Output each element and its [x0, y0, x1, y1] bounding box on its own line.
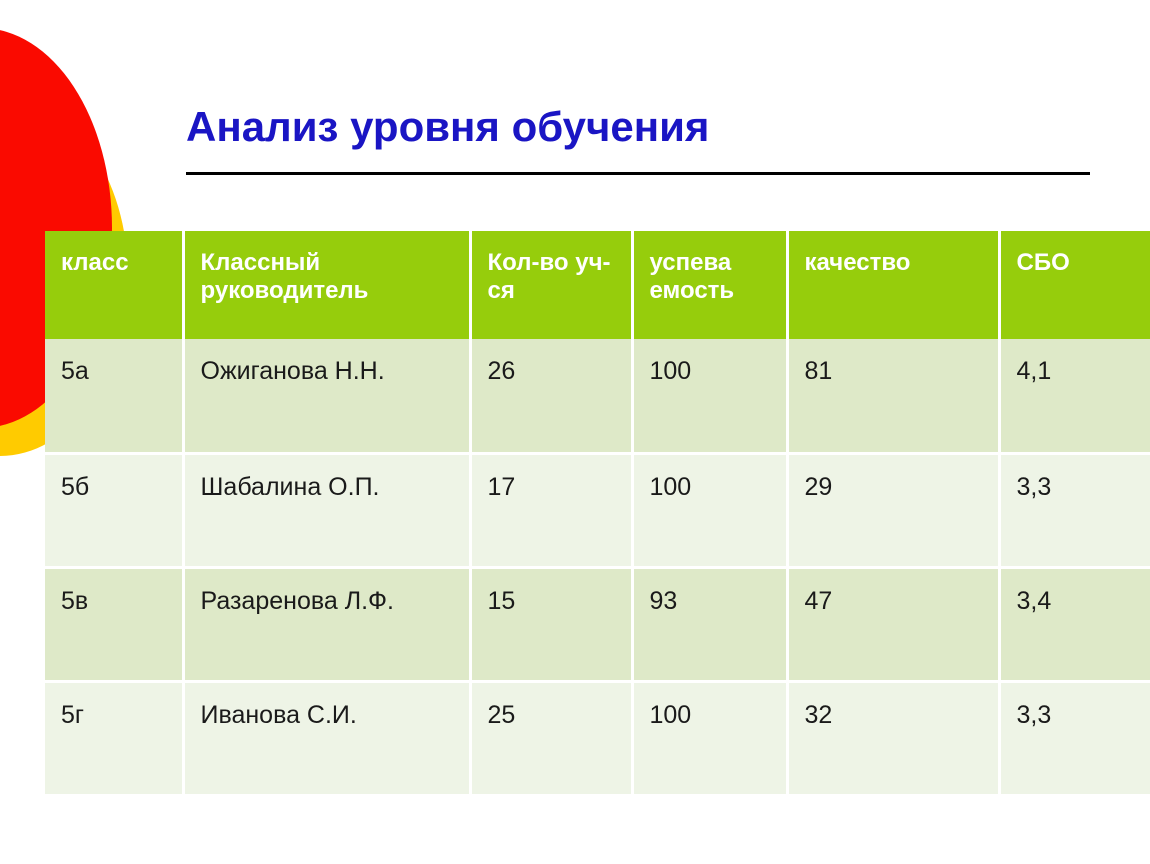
column-header-class-label: класс	[61, 249, 129, 276]
table-header-row: класс Классный руководитель Кол-во уч-ся…	[45, 231, 1150, 339]
cell-sbo: 3,4	[999, 567, 1150, 683]
cell-class: 5а	[45, 339, 185, 455]
cell-teacher: Ожиганова Н.Н.	[183, 339, 472, 455]
cell-count: 26	[470, 339, 634, 455]
cell-teacher: Шабалина О.П.	[183, 453, 472, 569]
column-header-quality-label: качество	[804, 249, 911, 276]
cell-sbo: 4,1	[999, 339, 1150, 455]
cell-progress: 100	[632, 339, 789, 455]
table-body: 5а Ожиганова Н.Н. 26 100 81 4,1 5б Шабал…	[45, 339, 1150, 797]
column-header-teacher: Классный руководитель	[183, 231, 472, 339]
cell-progress: 93	[632, 567, 789, 683]
table-header: класс Классный руководитель Кол-во уч-ся…	[45, 231, 1150, 339]
cell-quality: 32	[787, 681, 1001, 797]
cell-class: 5б	[45, 453, 185, 569]
table-row: 5б Шабалина О.П. 17 100 29 3,3	[45, 453, 1150, 569]
column-header-quality: качество	[787, 231, 1001, 339]
cell-teacher: Разаренова Л.Ф.	[183, 567, 472, 683]
title-block: Анализ уровня обучения	[186, 103, 1090, 176]
column-header-teacher-label: Классный руководитель	[200, 249, 369, 305]
cell-progress: 100	[632, 681, 789, 797]
cell-quality: 47	[787, 567, 1001, 683]
cell-sbo: 3,3	[999, 681, 1150, 797]
cell-sbo: 3,3	[999, 453, 1150, 569]
grades-table-container: класс Классный руководитель Кол-во уч-ся…	[45, 231, 1150, 797]
cell-quality: 29	[787, 453, 1001, 569]
cell-class: 5г	[45, 681, 185, 797]
column-header-count-label: Кол-во уч-ся	[487, 249, 611, 305]
table-row: 5в Разаренова Л.Ф. 15 93 47 3,4	[45, 567, 1150, 683]
column-header-sbo-label: СБО	[1016, 249, 1070, 276]
cell-teacher: Иванова С.И.	[183, 681, 472, 797]
cell-count: 17	[470, 453, 634, 569]
column-header-sbo: СБО	[999, 231, 1150, 339]
column-header-class: класс	[45, 231, 185, 339]
column-header-count: Кол-во уч-ся	[470, 231, 634, 339]
cell-progress: 100	[632, 453, 789, 569]
table-row: 5а Ожиганова Н.Н. 26 100 81 4,1	[45, 339, 1150, 455]
table-row: 5г Иванова С.И. 25 100 32 3,3	[45, 681, 1150, 797]
slide: Анализ уровня обучения класс Классный ру…	[0, 0, 1150, 864]
cell-count: 15	[470, 567, 634, 683]
cell-class: 5в	[45, 567, 185, 683]
grades-table: класс Классный руководитель Кол-во уч-ся…	[45, 231, 1150, 797]
column-header-progress-label: успева емость	[649, 249, 735, 305]
page-title: Анализ уровня обучения	[186, 103, 710, 150]
column-header-progress: успева емость	[632, 231, 789, 339]
cell-quality: 81	[787, 339, 1001, 455]
title-divider	[186, 172, 1090, 176]
cell-count: 25	[470, 681, 634, 797]
